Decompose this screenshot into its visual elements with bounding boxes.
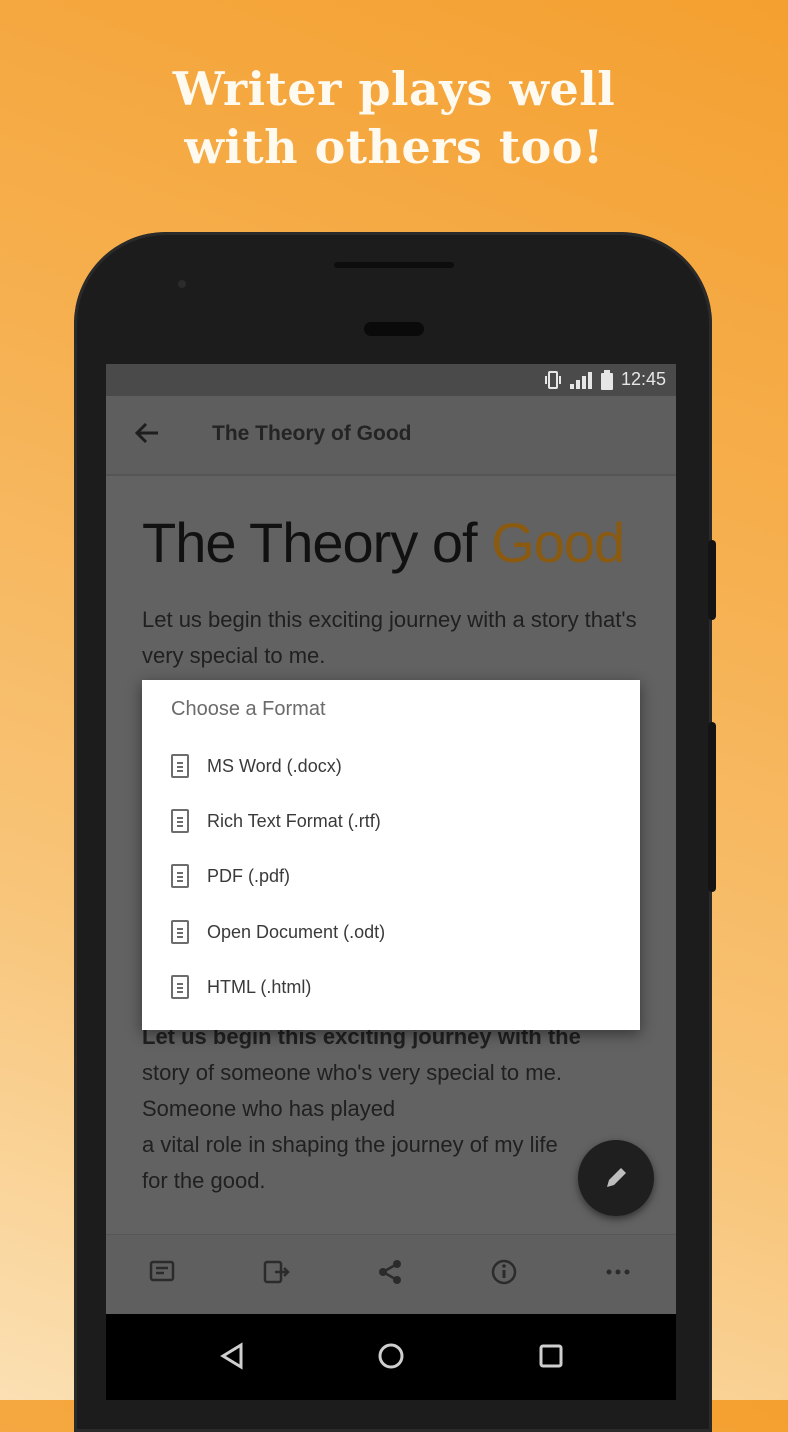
document-icon (171, 864, 189, 888)
front-camera (178, 280, 186, 288)
format-option-html[interactable]: HTML (.html) (171, 967, 311, 1007)
headline: Writer plays well with others too! (0, 60, 788, 176)
vibrate-icon (544, 370, 561, 389)
format-option-label: MS Word (.docx) (207, 755, 342, 776)
headline-line-2: with others too! (184, 120, 604, 174)
format-option-docx[interactable]: MS Word (.docx) (171, 746, 342, 786)
format-option-label: HTML (.html) (207, 976, 312, 997)
document-body-line-3: a vital role in shaping the journey of m… (142, 1132, 558, 1157)
document-icon (171, 920, 189, 944)
status-bar: 12:45 (106, 364, 676, 396)
format-option-rtf[interactable]: Rich Text Format (.rtf) (171, 801, 381, 841)
battery-icon (600, 369, 613, 390)
share-icon[interactable] (372, 1257, 408, 1293)
format-option-pdf[interactable]: PDF (.pdf) (171, 856, 290, 896)
more-icon[interactable] (600, 1257, 636, 1293)
volume-button (708, 722, 716, 892)
signal-icon (569, 371, 592, 389)
back-triangle-icon[interactable] (213, 1336, 253, 1376)
info-icon[interactable] (486, 1257, 522, 1293)
phone-screen: 12:45 The Theory of Good The Theory of G… (106, 364, 676, 1314)
document-intro[interactable]: Let us begin this exciting journey with … (142, 602, 642, 674)
app-bar: The Theory of Good (106, 396, 676, 476)
preview-icon[interactable] (144, 1257, 180, 1293)
document-title-main: The Theory of (142, 511, 492, 574)
format-option-label: Open Document (.odt) (207, 921, 386, 942)
status-time: 12:45 (620, 369, 666, 389)
document-icon (171, 754, 189, 778)
recents-square-icon[interactable] (531, 1336, 571, 1376)
app-bar-title: The Theory of Good (212, 422, 412, 445)
document-body[interactable]: Let us begin this exciting journey with … (142, 1019, 642, 1199)
format-option-label: PDF (.pdf) (207, 865, 291, 886)
document-body-line-2: Someone who has played (142, 1096, 396, 1121)
format-option-label: Rich Text Format (.rtf) (207, 810, 381, 831)
document-icon (171, 975, 189, 999)
format-option-odt[interactable]: Open Document (.odt) (171, 912, 385, 952)
document-title[interactable]: The Theory of Good (142, 510, 625, 575)
choose-format-dialog: Choose a Format MS Word (.docx) Rich Tex… (142, 680, 640, 1030)
document-body-line-1: story of someone who's very special to m… (142, 1060, 562, 1085)
home-circle-icon[interactable] (371, 1336, 411, 1376)
edit-fab[interactable] (578, 1140, 654, 1216)
document-title-accent: Good (491, 511, 625, 574)
bottom-toolbar (106, 1234, 676, 1314)
earpiece-speaker (364, 322, 424, 336)
power-button (708, 540, 716, 620)
dialog-title: Choose a Format (171, 698, 326, 720)
document-body-line-4: for the good. (142, 1168, 266, 1193)
android-nav-bar (106, 1314, 676, 1400)
document-icon (171, 809, 189, 833)
pencil-icon (607, 1168, 626, 1187)
export-icon[interactable] (258, 1257, 294, 1293)
arrow-back-icon[interactable] (130, 418, 164, 452)
headline-line-1: Writer plays well (172, 62, 616, 116)
phone-top-slit (334, 262, 454, 268)
